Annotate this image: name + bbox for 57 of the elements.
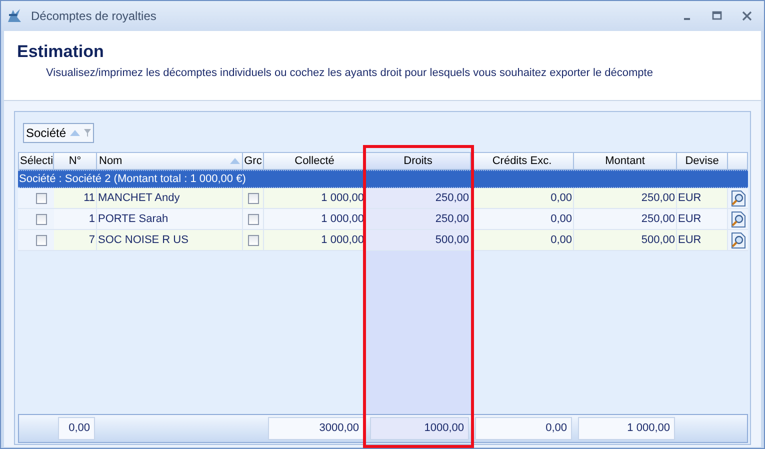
total-field: 1000,00 (370, 417, 469, 440)
close-icon[interactable] (742, 11, 752, 21)
preview-icon[interactable] (730, 210, 746, 228)
filter-icon[interactable] (84, 129, 92, 137)
table-cell-text: EUR (678, 190, 702, 206)
table-cell-text: 250,00 (435, 212, 469, 227)
table-cell-text: EUR (678, 212, 702, 227)
app-logo-icon (5, 7, 23, 25)
sort-arrow-icon (230, 158, 240, 164)
checkbox[interactable] (36, 214, 47, 224)
table-cell-text: EUR (678, 232, 702, 248)
table-cell-text: 0,00 (550, 212, 572, 227)
table-cell-text: 1 000,00 (321, 232, 364, 248)
column-header[interactable]: Nom (97, 152, 243, 170)
column-header (728, 152, 748, 170)
column-header[interactable]: N° (54, 152, 97, 170)
total-field: 1 000,00 (578, 417, 675, 440)
maximize-icon[interactable] (712, 11, 722, 21)
table-cell-text: MANCHET Andy (98, 190, 180, 206)
chip-label: Société (26, 125, 66, 142)
table-cell-text: 11 (84, 190, 95, 206)
preview-icon[interactable] (730, 190, 746, 206)
checkbox[interactable] (248, 234, 258, 246)
group-by-chip[interactable]: Société (23, 123, 94, 143)
column-header[interactable]: Sélecti (18, 152, 54, 170)
table-cell-text: 250,00 (641, 190, 675, 206)
column-header[interactable]: Montant (574, 152, 677, 170)
total-field: 3000,00 (268, 417, 364, 440)
table-cell-text: 500,00 (435, 232, 469, 248)
total-field: 0,00 (475, 417, 572, 440)
table-cell-text: PORTE Sarah (98, 212, 168, 227)
column-header[interactable]: Devise (677, 152, 728, 170)
checkbox[interactable] (36, 234, 47, 246)
sort-arrow-icon[interactable] (70, 130, 80, 136)
column-header[interactable]: Grc (243, 152, 264, 170)
table-cell-text: 0,00 (550, 190, 572, 206)
total-field: 0,00 (58, 417, 95, 440)
window-title: Décomptes de royalties (31, 8, 158, 25)
column-header[interactable]: Droits (366, 152, 471, 170)
page-description: Visualisez/imprimez les décomptes individuels ou cochez les ayants droit pour lesquels vous souhaitez exporter le décompte (45, 66, 654, 82)
checkbox[interactable] (248, 214, 258, 224)
table-cell-text: 250,00 (641, 212, 675, 227)
table-cell-text: 7 (88, 232, 95, 248)
table-cell-text: 1 000,00 (321, 190, 364, 206)
group-row[interactable]: Société : Société 2 (Montant total : 1 000,00 €) (18, 170, 748, 188)
checkbox[interactable] (36, 192, 47, 204)
table-cell-text: 250,00 (435, 190, 469, 206)
table-cell-text: 500,00 (641, 232, 675, 248)
page-heading: Estimation (17, 41, 105, 62)
table-cell-text: 0,00 (550, 232, 572, 248)
table-cell-text: SOC NOISE R US (98, 232, 188, 248)
column-header[interactable]: Collecté (264, 152, 366, 170)
column-header[interactable]: Crédits Exc. (471, 152, 574, 170)
checkbox[interactable] (248, 192, 258, 204)
table-cell-text: 1 000,00 (321, 212, 364, 227)
table-cell-text: 1 (88, 212, 95, 227)
preview-icon[interactable] (730, 232, 746, 248)
